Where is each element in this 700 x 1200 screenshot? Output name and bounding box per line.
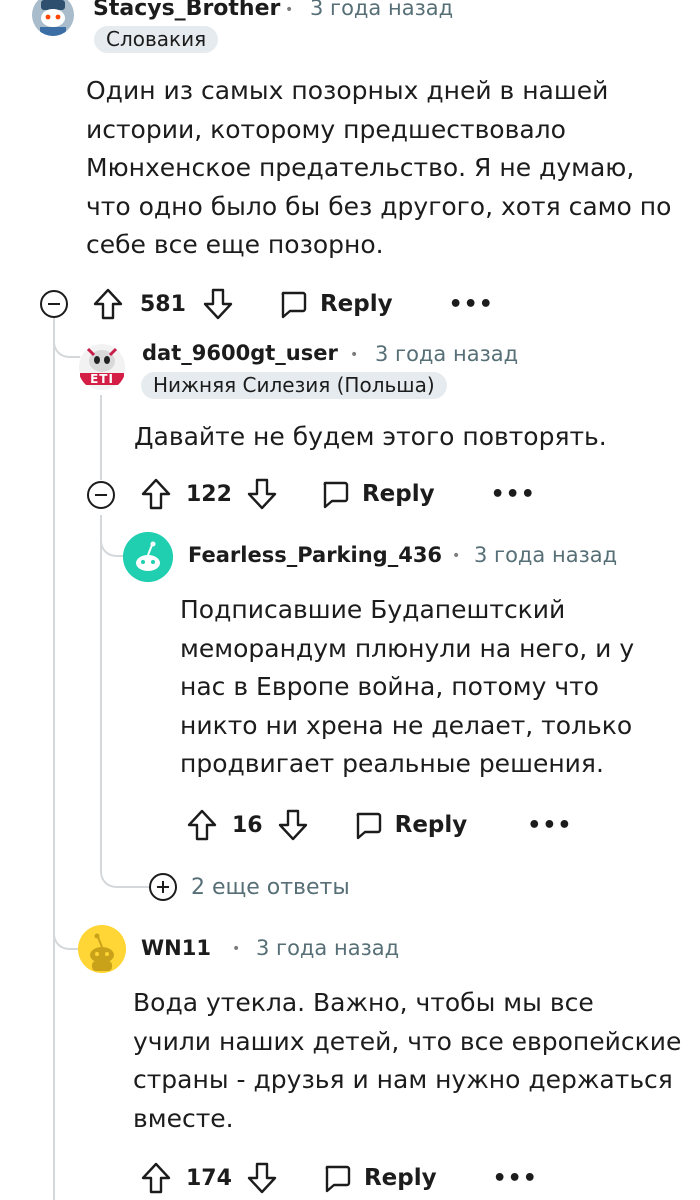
comment-line: продвигает реальные решения. [180, 749, 604, 778]
comment-line: страны - друзья и нам нужно держаться [133, 1065, 673, 1094]
reply-label: Reply [319, 291, 393, 317]
username[interactable]: Stacys_Brother [93, 0, 280, 21]
collapse-thread-button[interactable] [87, 481, 115, 509]
reply-button[interactable]: Reply [320, 479, 435, 509]
downvote-icon[interactable] [277, 808, 309, 842]
reply-button[interactable]: Reply [353, 810, 468, 840]
comment-line: нас в Европе война, потому что [180, 672, 599, 701]
separator-dot: • [350, 347, 359, 363]
thread-elbow-dat [53, 318, 85, 358]
comment-line: учили наших детей, что все европейские [133, 1026, 682, 1056]
reply-icon [356, 812, 381, 840]
comment-line: Один из самых позорных дней в нашей [86, 76, 609, 105]
vote-count: 581 [140, 291, 186, 317]
avatar-label: ETI [90, 372, 114, 386]
more-options-button[interactable]: ••• [491, 482, 536, 507]
vote-count: 16 [232, 812, 263, 838]
comment-line: Вода утекла. Важно, чтобы мы все [133, 988, 594, 1017]
comment-actions: 16 Reply ••• [186, 803, 572, 847]
thread-elbow-fearless [100, 515, 126, 557]
more-replies-label: 2 еще ответы [191, 874, 350, 900]
more-replies-button[interactable]: 2 еще ответы [149, 873, 350, 901]
avatar[interactable] [78, 925, 126, 973]
upvote-icon[interactable] [140, 1161, 172, 1195]
plus-icon [149, 873, 177, 901]
reply-button[interactable]: Reply [278, 289, 393, 319]
reply-label: Reply [363, 1165, 437, 1191]
thread-line-dat-lower [100, 515, 102, 855]
more-options-button[interactable]: ••• [449, 292, 494, 317]
separator-dot: • [285, 2, 294, 18]
comment-actions: 174 Reply ••• [140, 1156, 538, 1200]
reply-label: Reply [361, 481, 435, 507]
comment-line: Мюнхенское предательство. Я не думаю, [86, 153, 635, 182]
downvote-icon[interactable] [246, 1161, 278, 1195]
timestamp: 3 года назад [310, 0, 454, 20]
user-flair: Словакия [94, 26, 219, 53]
comment-body: Один из самых позорных дней в нашей исто… [86, 72, 686, 265]
default-snoo-avatar-icon [123, 532, 173, 582]
comment-line: меморандум плюнули на него, и у [180, 633, 635, 663]
comment-actions: 581 Reply ••• [92, 282, 494, 326]
timestamp: 3 года назад [375, 342, 519, 366]
comment-body: Давайте не будем этого повторять. [134, 418, 694, 457]
username[interactable]: Fearless_Parking_436 [188, 543, 442, 567]
thread-line-root [53, 318, 55, 1200]
reply-icon [281, 291, 307, 319]
snoo-avatar-icon [32, 0, 74, 36]
default-snoo-avatar-icon [78, 925, 126, 973]
downvote-icon[interactable] [246, 477, 278, 511]
more-options-button[interactable]: ••• [493, 1166, 538, 1191]
avatar[interactable]: ETI [78, 343, 126, 391]
comment-body: Подписавшие Будапештский меморандум плюн… [180, 591, 690, 784]
reply-label: Reply [394, 812, 468, 838]
avatar[interactable] [123, 532, 173, 582]
comment-line: Давайте не будем этого повторять. [134, 422, 607, 451]
upvote-icon[interactable] [92, 287, 124, 321]
username[interactable]: WN11 [141, 936, 211, 960]
vote-count: 174 [186, 1165, 232, 1191]
timestamp: 3 года назад [474, 543, 618, 567]
more-options-button[interactable]: ••• [527, 813, 572, 838]
reply-icon [325, 1165, 351, 1193]
timestamp: 3 года назад [256, 936, 400, 960]
reply-icon [323, 481, 349, 509]
separator-dot: • [232, 941, 241, 957]
comment-line: никто ни хрена не делает, только [180, 710, 633, 740]
avatar[interactable] [32, 0, 74, 36]
collapse-thread-button[interactable] [40, 290, 68, 318]
comment-body: Вода утекла. Важно, чтобы мы все учили н… [133, 984, 693, 1138]
upvote-icon[interactable] [140, 477, 172, 511]
comment-line: Подписавшие Будапештский [180, 595, 566, 624]
thread-elbow-more-replies [100, 840, 152, 888]
upvote-icon[interactable] [186, 808, 218, 842]
comment-line: вместе. [133, 1103, 234, 1133]
comment-line: истории, которому предшествовало [86, 114, 566, 144]
comment-line: что одно было бы без другого, хотя само … [86, 191, 672, 221]
username[interactable]: dat_9600gt_user [142, 341, 338, 365]
separator-dot: • [452, 548, 461, 564]
user-flair: Нижняя Силезия (Польша) [141, 372, 447, 399]
thread-line-dat [100, 395, 102, 480]
comment-actions: 122 Reply ••• [140, 472, 536, 516]
downvote-icon[interactable] [202, 287, 234, 321]
vote-count: 122 [186, 481, 232, 507]
reply-button[interactable]: Reply [322, 1163, 437, 1193]
comment-line: себе все еще позорно. [86, 230, 384, 259]
